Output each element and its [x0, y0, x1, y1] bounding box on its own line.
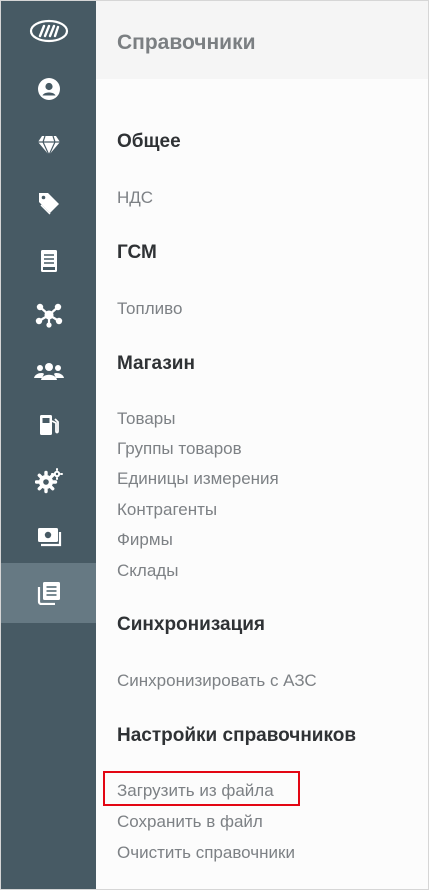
- link-goods[interactable]: Товары: [117, 409, 175, 429]
- section-heading-reference-settings: Настройки справочников: [117, 725, 357, 746]
- panel-header: Справочники: [96, 1, 428, 79]
- users-icon: [33, 363, 64, 380]
- section-heading-general: Общее: [117, 131, 181, 152]
- section-heading-fuel: ГСМ: [117, 242, 157, 263]
- link-clear-reference-books[interactable]: Очистить справочники: [117, 843, 295, 863]
- rail-item-profile[interactable]: [1, 69, 96, 109]
- network-icon: [35, 303, 62, 328]
- link-sync-with-stations[interactable]: Синхронизировать с АЗС: [117, 671, 317, 691]
- link-vat[interactable]: НДС: [117, 188, 153, 208]
- rail-item-users[interactable]: [1, 351, 96, 391]
- link-save-to-file[interactable]: Сохранить в файл: [117, 812, 263, 832]
- cash-icon: [37, 528, 61, 547]
- fuel-icon: [39, 415, 59, 435]
- panel-title: Справочники: [117, 31, 256, 54]
- receipt-icon: [40, 250, 57, 272]
- rail-item-network[interactable]: [1, 295, 96, 335]
- user-icon: [37, 78, 60, 100]
- highlight-annotation: [103, 771, 300, 806]
- icon-rail: [1, 1, 96, 889]
- link-fuel[interactable]: Топливо: [117, 299, 182, 319]
- reference-book-icon: [37, 582, 60, 605]
- rail-item-documents[interactable]: [1, 241, 96, 281]
- rail-item-reference-books[interactable]: [1, 563, 96, 623]
- rail-item-settings[interactable]: [1, 461, 96, 501]
- section-heading-sync: Синхронизация: [117, 614, 266, 635]
- rail-item-fuel-stations[interactable]: [1, 405, 96, 445]
- section-heading-shop: Магазин: [117, 353, 195, 374]
- app-window: Справочники Общее НДС ГСМ Топливо Магази…: [0, 0, 429, 890]
- reference-books-panel: Справочники Общее НДС ГСМ Топливо Магази…: [96, 1, 428, 889]
- rail-item-loyalty[interactable]: [1, 125, 96, 165]
- diamond-icon: [37, 135, 60, 156]
- rail-item-logo[interactable]: [1, 11, 96, 51]
- rail-item-prices[interactable]: [1, 183, 96, 223]
- link-warehouses[interactable]: Склады: [117, 561, 178, 581]
- rail-item-cash[interactable]: [1, 517, 96, 557]
- link-goods-groups[interactable]: Группы товаров: [117, 439, 242, 459]
- settings-icon: [34, 468, 63, 494]
- link-contractors[interactable]: Контрагенты: [117, 500, 217, 520]
- tag-icon: [38, 193, 59, 215]
- link-firms[interactable]: Фирмы: [117, 530, 173, 550]
- logo-icon: [29, 19, 68, 43]
- link-units[interactable]: Единицы измерения: [117, 469, 279, 489]
